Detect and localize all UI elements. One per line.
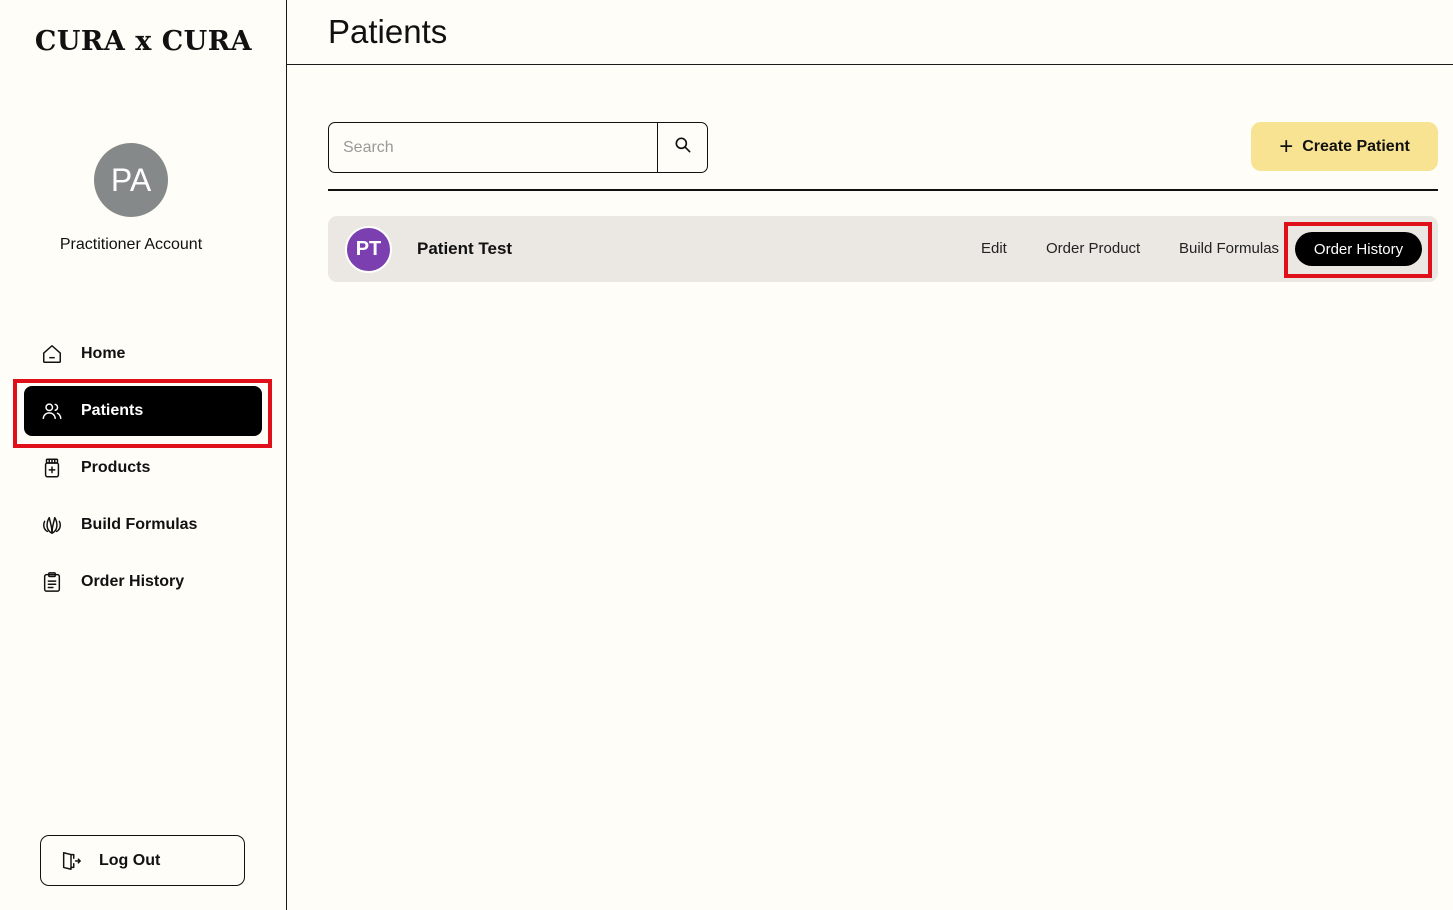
sidebar-item-label: Build Formulas (81, 516, 198, 533)
search-button[interactable] (657, 123, 707, 172)
bottle-icon (41, 457, 63, 479)
list-divider (328, 189, 1438, 191)
home-icon (41, 343, 63, 365)
sidebar-item-order-history[interactable]: Order History (24, 557, 262, 607)
logout-button[interactable]: Log Out (40, 835, 245, 886)
page-title: Patients (328, 13, 448, 50)
create-patient-button[interactable]: + Create Patient (1251, 122, 1438, 171)
sidebar-item-label: Patients (81, 402, 144, 419)
sidebar: CURA x CURA PA Practitioner Account Home (0, 0, 287, 910)
leaf-icon (41, 514, 63, 536)
sidebar-item-patients[interactable]: Patients (24, 386, 262, 436)
create-patient-label: Create Patient (1302, 137, 1410, 155)
account-avatar: PA (94, 143, 168, 217)
clipboard-icon (41, 571, 63, 593)
patient-row: PT Patient Test Edit Order Product Build… (328, 216, 1438, 282)
sidebar-item-label: Products (81, 459, 151, 476)
edit-link[interactable]: Edit (981, 240, 1007, 257)
search-bar (328, 122, 708, 173)
sidebar-nav: Home Patients Products Build Formulas Or… (24, 329, 262, 614)
account-name: Practitioner Account (59, 236, 203, 253)
search-icon (673, 135, 693, 160)
sidebar-item-home[interactable]: Home (24, 329, 262, 379)
patient-name[interactable]: Patient Test (417, 239, 512, 259)
users-icon (41, 400, 63, 422)
build-formulas-link[interactable]: Build Formulas (1179, 240, 1279, 257)
order-product-link[interactable]: Order Product (1046, 240, 1140, 257)
app-root: CURA x CURA PA Practitioner Account Home (0, 0, 1453, 910)
order-history-button[interactable]: Order History (1295, 232, 1422, 266)
logout-label: Log Out (99, 851, 161, 869)
patient-avatar: PT (345, 226, 392, 273)
brand-logo[interactable]: CURA x CURA (0, 26, 287, 57)
sidebar-item-products[interactable]: Products (24, 443, 262, 493)
search-input[interactable] (329, 123, 657, 172)
page-header: Patients (287, 0, 1453, 65)
sidebar-item-label: Home (81, 345, 126, 362)
plus-icon: + (1279, 132, 1294, 160)
sidebar-item-build-formulas[interactable]: Build Formulas (24, 500, 262, 550)
sidebar-item-label: Order History (81, 573, 185, 590)
logout-icon (60, 850, 82, 872)
